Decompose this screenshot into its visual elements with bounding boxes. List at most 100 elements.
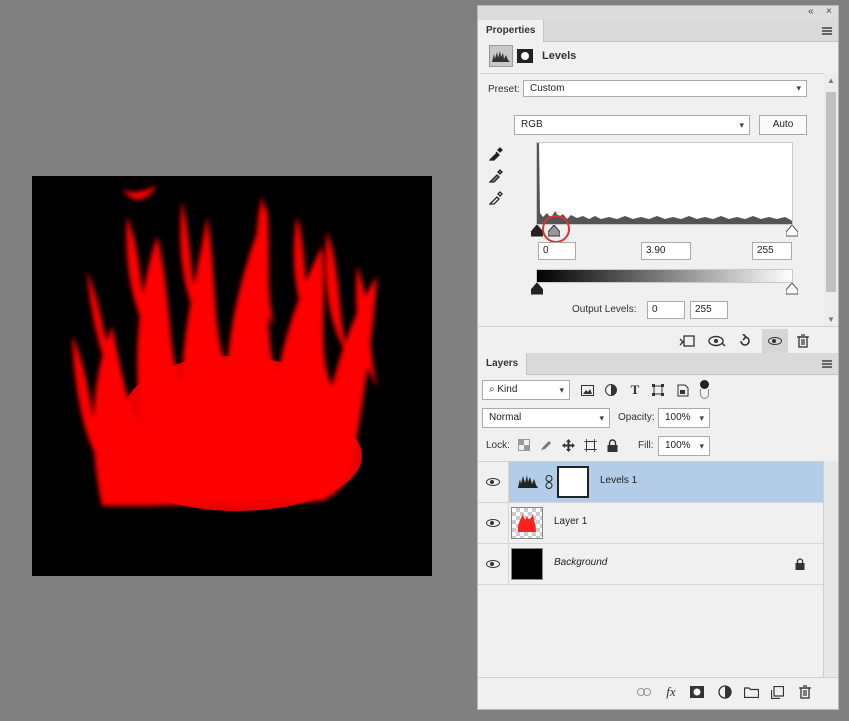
layers-menu-icon[interactable] (822, 360, 832, 368)
scrollbar-thumb[interactable] (826, 92, 836, 292)
adjustment-layer-filter-icon[interactable] (602, 381, 620, 399)
properties-scrollbar[interactable]: ▲ ▼ (824, 74, 838, 326)
levels-adjustment-icon (518, 474, 538, 491)
levels-adjustment-icon[interactable] (489, 45, 513, 67)
blend-mode-select[interactable]: Normal ▾ (482, 408, 610, 428)
white-point-eyedropper-icon[interactable] (486, 188, 506, 208)
delete-layer-icon[interactable] (794, 682, 816, 702)
histogram (536, 142, 793, 225)
input-gamma-field[interactable]: 3.90 (641, 242, 691, 260)
close-panels-icon[interactable]: × (826, 6, 832, 17)
chevron-down-icon: ▾ (739, 120, 744, 130)
fill-value: 100% (665, 440, 691, 451)
adjustment-title: Levels (542, 50, 577, 62)
new-layer-icon[interactable] (766, 682, 788, 702)
document-canvas[interactable] (32, 176, 432, 576)
tab-layers[interactable]: Layers (478, 353, 528, 375)
chevron-down-icon: ▾ (599, 413, 604, 423)
chevron-down-icon[interactable]: ▼ (827, 315, 835, 324)
lock-image-pixels-icon[interactable] (538, 437, 554, 453)
collapse-panels-icon[interactable]: « (808, 6, 814, 17)
auto-button[interactable]: Auto (759, 115, 807, 135)
filter-kind-select[interactable]: ⌕ Kind ▾ (482, 380, 570, 400)
opacity-label: Opacity: (618, 412, 655, 423)
input-white-slider[interactable] (785, 224, 799, 240)
layer-list: Levels 1 Layer 1 Background (478, 461, 823, 677)
channel-value: RGB (521, 119, 543, 130)
channel-select[interactable]: RGB ▾ (514, 115, 750, 135)
layer-row[interactable]: Layer 1 (478, 503, 823, 544)
flame-thumbnail-icon (517, 514, 536, 532)
link-layers-icon[interactable] (634, 683, 654, 701)
view-previous-state-icon[interactable] (706, 331, 728, 351)
preset-select[interactable]: Custom ▾ (523, 80, 807, 97)
lock-position-icon[interactable] (560, 437, 576, 453)
new-fill-adjustment-icon[interactable] (714, 682, 736, 702)
shape-layer-filter-icon[interactable] (649, 381, 667, 399)
opacity-value: 100% (665, 412, 691, 423)
link-icon[interactable] (545, 475, 553, 492)
layer-name[interactable]: Levels 1 (600, 475, 637, 486)
layer-mask-thumbnail[interactable] (557, 466, 589, 498)
visibility-toggle[interactable] (478, 462, 509, 502)
layers-tab-bar: Layers (478, 353, 838, 375)
filter-kind-value: Kind (497, 384, 518, 395)
tab-properties[interactable]: Properties (478, 20, 545, 42)
layer-style-icon[interactable]: fx (660, 682, 682, 702)
gray-point-eyedropper-icon[interactable] (486, 166, 506, 186)
panels-top-strip: « × (478, 6, 838, 20)
chevron-down-icon: ▾ (796, 83, 801, 93)
layer-thumbnail[interactable] (511, 548, 543, 580)
type-layer-filter-icon[interactable]: T (626, 381, 644, 399)
output-white-field[interactable]: 255 (690, 301, 728, 319)
fill-field[interactable]: 100% ▾ (658, 436, 710, 456)
pixel-layer-filter-icon[interactable] (578, 381, 596, 399)
flame-artwork (72, 186, 378, 511)
divider (480, 73, 824, 74)
reset-icon[interactable] (734, 331, 756, 351)
layer-thumbnail[interactable] (511, 507, 543, 539)
input-black-field[interactable]: 0 (538, 242, 576, 260)
output-gradient (536, 269, 793, 283)
eye-icon (486, 478, 500, 486)
chevron-up-icon[interactable]: ▲ (827, 76, 835, 85)
smart-object-filter-icon[interactable] (674, 381, 692, 399)
layers-footer: fx (478, 677, 838, 705)
layers-scrollbar[interactable] (823, 461, 838, 677)
properties-tab-bar: Properties (478, 20, 838, 42)
layer-row[interactable]: Levels 1 (478, 462, 823, 503)
chevron-down-icon: ▾ (559, 385, 564, 395)
black-point-eyedropper-icon[interactable] (486, 144, 506, 164)
visibility-toggle[interactable] (478, 503, 509, 543)
properties-footer (478, 326, 838, 354)
visibility-toggle[interactable] (478, 544, 509, 584)
lock-all-icon[interactable] (604, 437, 620, 453)
chevron-down-icon: ▾ (699, 441, 704, 451)
input-white-field[interactable]: 255 (752, 242, 792, 260)
layer-name[interactable]: Background (554, 557, 607, 568)
blend-mode-value: Normal (489, 412, 522, 423)
delete-icon[interactable] (792, 331, 814, 351)
eye-icon (486, 519, 500, 527)
output-black-field[interactable]: 0 (647, 301, 685, 319)
properties-menu-icon[interactable] (822, 27, 832, 35)
fill-label: Fill: (638, 440, 654, 451)
add-mask-icon[interactable] (686, 682, 708, 702)
opacity-field[interactable]: 100% ▾ (658, 408, 710, 428)
highlight-circle (542, 215, 570, 243)
layer-row[interactable]: Background (478, 544, 823, 585)
toggle-visibility-icon[interactable] (762, 329, 788, 353)
output-white-slider[interactable] (785, 282, 799, 298)
panels-dock: « × Properties Levels Preset: Custom ▾ R… (477, 5, 839, 710)
lock-transparent-pixels-icon[interactable] (516, 437, 532, 453)
new-group-icon[interactable] (740, 682, 762, 702)
layer-name[interactable]: Layer 1 (554, 516, 587, 527)
mask-icon[interactable] (516, 47, 534, 65)
search-icon: ⌕ (489, 384, 495, 395)
lock-artboard-icon[interactable] (582, 437, 598, 453)
preset-label: Preset: (488, 84, 520, 95)
clip-to-layer-icon[interactable] (676, 331, 698, 351)
output-black-slider[interactable] (530, 282, 544, 298)
filter-toggle[interactable] (700, 380, 710, 400)
histogram-graph (537, 143, 792, 224)
